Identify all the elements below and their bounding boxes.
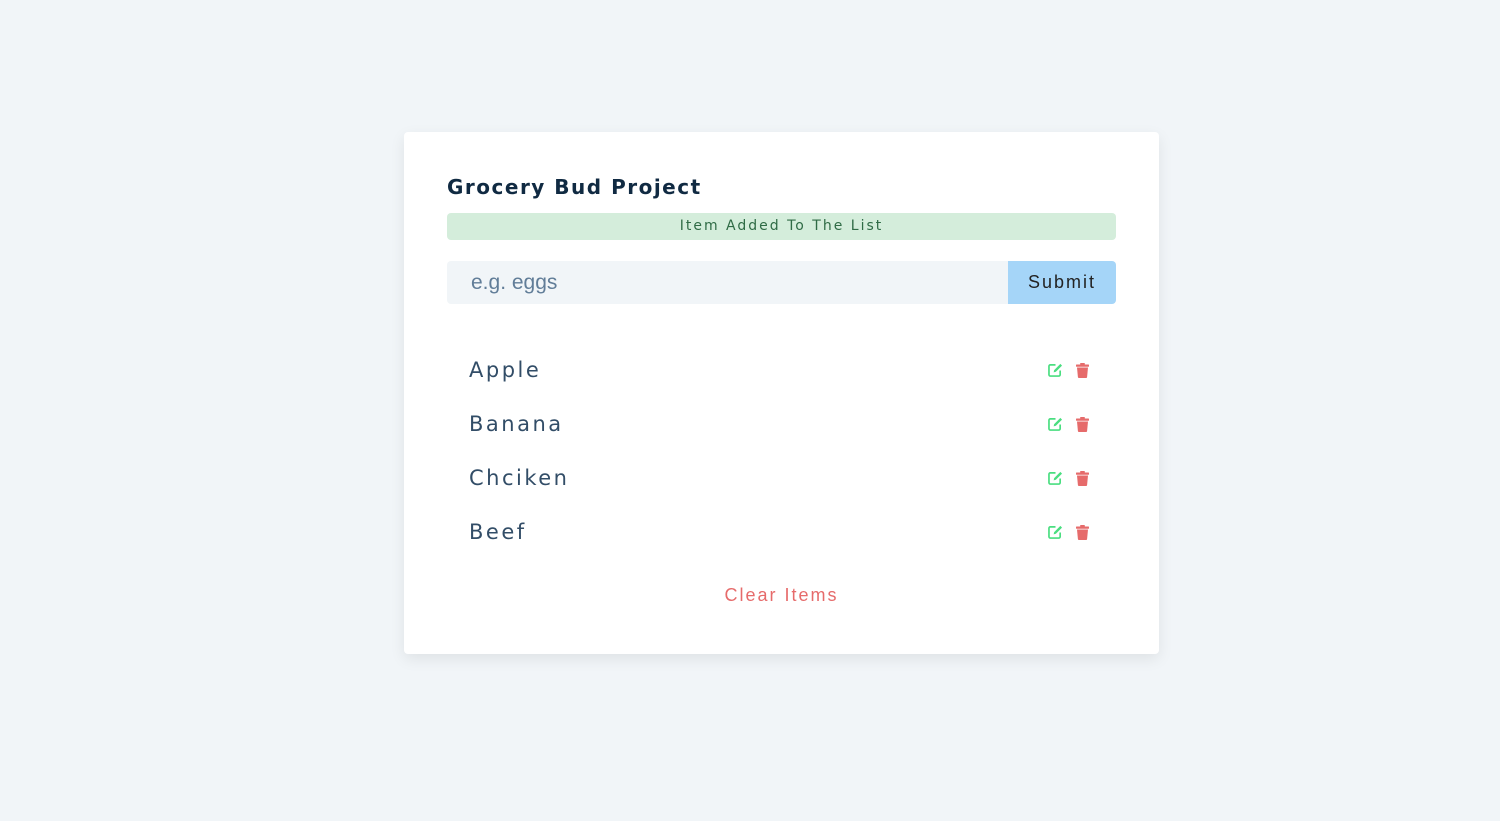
page-title: Grocery Bud Project [447, 175, 702, 199]
item-title: Apple [469, 358, 542, 382]
grocery-list: Apple Banana Chciken Beef [447, 343, 1116, 559]
item-title: Chciken [469, 466, 570, 490]
item-actions [1047, 470, 1090, 486]
edit-icon[interactable] [1047, 362, 1063, 378]
item-actions [1047, 362, 1090, 378]
list-item: Chciken [447, 451, 1116, 505]
item-actions [1047, 416, 1090, 432]
trash-icon[interactable] [1074, 524, 1090, 540]
grocery-input[interactable] [447, 261, 1008, 304]
grocery-card: Grocery Bud Project Item Added To The Li… [404, 132, 1159, 654]
item-title: Banana [469, 412, 564, 436]
trash-icon[interactable] [1074, 416, 1090, 432]
edit-icon[interactable] [1047, 416, 1063, 432]
success-alert: Item Added To The List [447, 213, 1116, 240]
trash-icon[interactable] [1074, 470, 1090, 486]
item-actions [1047, 524, 1090, 540]
trash-icon[interactable] [1074, 362, 1090, 378]
list-item: Beef [447, 505, 1116, 559]
edit-icon[interactable] [1047, 470, 1063, 486]
item-title: Beef [469, 520, 527, 544]
submit-button[interactable]: Submit [1008, 261, 1116, 304]
clear-items-button[interactable]: Clear Items [724, 585, 838, 606]
list-item: Banana [447, 397, 1116, 451]
edit-icon[interactable] [1047, 524, 1063, 540]
list-item: Apple [447, 343, 1116, 397]
grocery-form: Submit [447, 261, 1116, 304]
